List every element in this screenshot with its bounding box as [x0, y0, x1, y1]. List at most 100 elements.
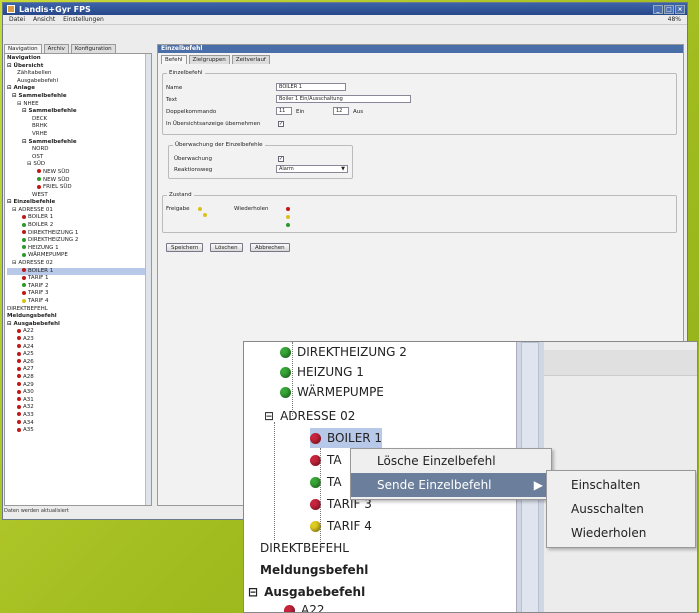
tree-item[interactable]: DECK: [7, 116, 149, 124]
zoomed-tree-item[interactable]: DIREKTBEFEHL: [260, 538, 349, 558]
tree-item[interactable]: NEW SÜD: [7, 169, 149, 177]
tree-item[interactable]: A31: [7, 397, 149, 405]
tree-item[interactable]: A32: [7, 404, 149, 412]
cancel-button[interactable]: Abbrechen: [250, 243, 290, 252]
tree-item[interactable]: A24: [7, 344, 149, 352]
tree-item[interactable]: VRHE: [7, 131, 149, 139]
delete-button[interactable]: Löschen: [210, 243, 243, 252]
menu-ansicht[interactable]: Ansicht: [33, 16, 55, 23]
zustand-group: Zustand: [162, 192, 677, 233]
tree-item[interactable]: ⊟ Sammelbefehle: [7, 108, 149, 116]
zoomed-tree-item[interactable]: BOILER 1: [310, 428, 383, 448]
tree-item[interactable]: BOILER 2: [7, 222, 149, 230]
tree-item-label: BOILER 2: [28, 222, 54, 229]
minimize-button[interactable]: _: [653, 4, 663, 14]
tree-item[interactable]: A22: [7, 328, 149, 336]
menu-item-loesche[interactable]: Lösche Einzelbefehl: [351, 449, 551, 473]
tree-item[interactable]: A23: [7, 336, 149, 344]
tree-item[interactable]: A26: [7, 359, 149, 367]
status-dot-icon: [22, 283, 26, 288]
tree-item[interactable]: A35: [7, 427, 149, 435]
tree-item[interactable]: A27: [7, 366, 149, 374]
zoomed-tree-item[interactable]: WÄRMEPUMPE: [280, 382, 384, 402]
tab-archiv[interactable]: Archiv: [43, 44, 69, 53]
menu-datei[interactable]: Datei: [9, 16, 25, 23]
tree-scrollbar[interactable]: [145, 54, 151, 505]
status-dot-icon: [22, 214, 26, 219]
close-button[interactable]: ×: [675, 4, 685, 14]
tab-navigation[interactable]: Navigation: [4, 44, 42, 53]
tree-item[interactable]: TARIF 3: [7, 290, 149, 298]
tree-item-label: ⊟ NHEE: [17, 100, 39, 107]
tree-item[interactable]: ⊟ ADRESSE 01: [7, 207, 149, 215]
menu-item-sende[interactable]: Sende Einzelbefehl ▶: [351, 473, 551, 497]
tree-item-label: NEW SÜD: [43, 176, 70, 183]
tree-item[interactable]: ⊟ Einzelbefehle: [7, 199, 149, 207]
tree-item[interactable]: WÄRMEPUMPE: [7, 252, 149, 260]
zoomed-tree-item[interactable]: ⊟ Ausgabebefehl: [248, 582, 365, 602]
tab-konfiguration[interactable]: Konfiguration: [70, 44, 116, 53]
tree-item[interactable]: Navigation: [7, 55, 149, 63]
text-field[interactable]: Boiler 1 Ein/Ausschaltung: [276, 95, 411, 103]
save-button[interactable]: Speichern: [166, 243, 204, 252]
tree-item[interactable]: ⊟ Sammelbefehle: [7, 93, 149, 101]
doppel-ein-field[interactable]: 11: [276, 107, 292, 115]
reaktion-select[interactable]: Alarm ▼: [276, 165, 348, 173]
tab-befehl[interactable]: Befehl: [161, 55, 187, 64]
tree-item[interactable]: ⊟ NHEE: [7, 101, 149, 109]
tree-item[interactable]: WEST: [7, 192, 149, 200]
tree-item[interactable]: A25: [7, 351, 149, 359]
tree-item[interactable]: ⊟ Sammelbefehle: [7, 139, 149, 147]
tab-zeitverlauf[interactable]: Zeitverlauf: [231, 55, 270, 64]
tree-item[interactable]: ⊟ Übersicht: [7, 63, 149, 71]
expander-icon[interactable]: ⊟: [248, 585, 258, 599]
tree-item[interactable]: TARIF 4: [7, 298, 149, 306]
zoomed-tree-item[interactable]: A22: [284, 600, 324, 612]
ubersicht-checkbox[interactable]: ✓: [278, 121, 284, 127]
tree-item-label: TARIF 2: [28, 282, 49, 289]
name-field[interactable]: BOILER 1: [276, 83, 346, 91]
doppel-label: Doppelkommando: [166, 109, 217, 115]
zoomed-tree-item[interactable]: ⊟ ADRESSE 02: [264, 406, 355, 426]
title-bar[interactable]: Landis+Gyr FPS _ □ ×: [3, 3, 687, 15]
zoomed-tree-item[interactable]: DIREKTHEIZUNG 2: [280, 342, 407, 362]
tree-item[interactable]: ⊟ Anlage: [7, 85, 149, 93]
tree-item[interactable]: A30: [7, 389, 149, 397]
tree-item[interactable]: FRIEL SÜD: [7, 184, 149, 192]
tree-item[interactable]: TARIF 1: [7, 275, 149, 283]
tree-item[interactable]: Meldungsbefehl: [7, 313, 149, 321]
tree-item[interactable]: A28: [7, 374, 149, 382]
tree-item-label: A25: [23, 351, 34, 358]
tree-item[interactable]: DIREKTBEFEHL: [7, 306, 149, 314]
zoomed-tree-item[interactable]: Meldungsbefehl: [260, 560, 368, 580]
tree-item[interactable]: A33: [7, 412, 149, 420]
tree-item[interactable]: DIREKTHEIZUNG 1: [7, 230, 149, 238]
status-dot-icon: [280, 347, 291, 358]
uberwachung-checkbox[interactable]: ✓: [278, 156, 284, 162]
menu-item-einschalten[interactable]: Einschalten: [547, 473, 695, 497]
menu-item-wiederholen[interactable]: Wiederholen: [547, 521, 695, 545]
zoomed-tree-item[interactable]: TA: [310, 450, 342, 470]
tree-item[interactable]: Ausgabebefehl: [7, 78, 149, 86]
tree-item[interactable]: BRHK: [7, 123, 149, 131]
tree-item[interactable]: Zähltabellen: [7, 70, 149, 78]
tree-connector: [320, 448, 321, 548]
tree-item[interactable]: A29: [7, 382, 149, 390]
maximize-button[interactable]: □: [664, 4, 674, 14]
expander-icon[interactable]: ⊟: [264, 409, 274, 423]
tree-item[interactable]: BOILER 1: [7, 267, 149, 276]
zoomed-tree-item[interactable]: TA: [310, 472, 342, 492]
tree-item[interactable]: DIREKTHEIZUNG 2: [7, 237, 149, 245]
tree-item[interactable]: TARIF 2: [7, 283, 149, 291]
tree-item[interactable]: ⊟ ADRESSE 02: [7, 260, 149, 268]
menu-item-ausschalten[interactable]: Ausschalten: [547, 497, 695, 521]
tab-zielgruppen[interactable]: Zielgruppen: [188, 55, 230, 64]
menu-einstellungen[interactable]: Einstellungen: [63, 16, 104, 23]
tree-item[interactable]: NORD: [7, 146, 149, 154]
tree-item[interactable]: A34: [7, 420, 149, 428]
tree-item[interactable]: ⊟ Ausgabebefehl: [7, 321, 149, 329]
tree-item[interactable]: NEW SÜD: [7, 177, 149, 185]
doppel-aus-field[interactable]: 12: [333, 107, 349, 115]
tree-item[interactable]: BOILER 1: [7, 214, 149, 222]
tree-item[interactable]: ⊟ SÜD: [7, 161, 149, 169]
